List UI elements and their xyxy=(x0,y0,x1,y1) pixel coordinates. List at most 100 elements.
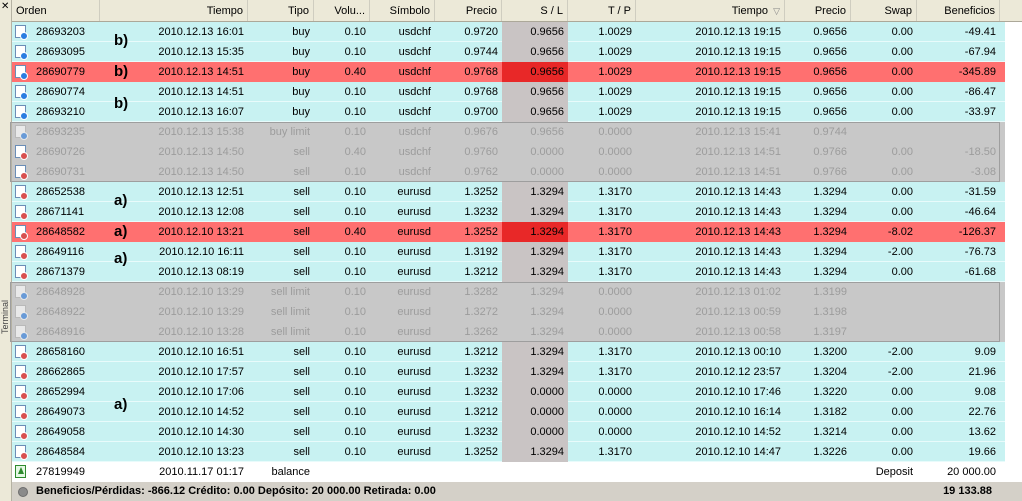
cell-tp: 1.3170 xyxy=(598,246,632,258)
cell-profit: -76.73 xyxy=(964,246,996,258)
cell-volume: 0.40 xyxy=(344,66,366,78)
cell-price: 1.3212 xyxy=(464,266,498,278)
order-buy-icon xyxy=(15,65,28,80)
table-row[interactable]: 28693210 2010.12.13 16:07 buy 0.10 usdchf 0.9… xyxy=(12,102,1022,122)
cell-price: 1.3212 xyxy=(464,406,498,418)
col-symbol-header[interactable]: Símbolo xyxy=(370,0,435,21)
vertical-scrollbar[interactable] xyxy=(1005,22,1022,482)
cell-close-time: 2010.12.10 14:47 xyxy=(695,446,781,458)
cell-swap: 0.00 xyxy=(891,66,913,78)
cell-symbol: eurusd xyxy=(397,446,431,458)
cell-order: 28658160 xyxy=(36,346,85,358)
cell-tp: 1.0029 xyxy=(598,46,632,58)
table-row[interactable]: 28662865 2010.12.10 17:57 sell 0.10 eurusd 1.… xyxy=(12,362,1022,382)
cell-sl: 0.9656 xyxy=(502,22,568,42)
col-volume-header[interactable]: Volu... xyxy=(314,0,370,21)
col-time-header[interactable]: Tiempo xyxy=(100,0,248,21)
cell-price: 1.3192 xyxy=(464,246,498,258)
cell-sl: 0.0000 xyxy=(502,382,568,402)
cell-tp: 1.3170 xyxy=(598,266,632,278)
col-close-time-header[interactable]: Tiempo ▽ xyxy=(636,0,785,21)
table-row[interactable]: 28649073 2010.12.10 14:52 sell 0.10 eurusd 1.… xyxy=(12,402,1022,422)
cell-profit: -86.47 xyxy=(964,86,996,98)
annotation-label: b) xyxy=(114,63,129,80)
cell-volume: 0.10 xyxy=(344,266,366,278)
order-sell-icon xyxy=(15,265,28,280)
table-row[interactable]: 28690779 2010.12.13 14:51 buy 0.40 usdchf 0.9… xyxy=(12,62,1022,82)
balance-row[interactable]: 27819949 2010.11.17 01:17 balance Deposit 20… xyxy=(12,462,1022,482)
table-row[interactable]: 28648584 2010.12.10 13:23 sell 0.10 eurusd 1.… xyxy=(12,442,1022,462)
cell-type: sell xyxy=(293,206,310,218)
cell-order: 28662865 xyxy=(36,366,85,378)
cell-profit: 9.09 xyxy=(974,346,996,358)
cell-profit: -126.37 xyxy=(958,226,996,238)
cell-price: 1.3232 xyxy=(464,386,498,398)
cell-tp: 1.0029 xyxy=(598,86,632,98)
cell-profit: 13.62 xyxy=(968,426,996,438)
close-icon[interactable]: ✕ xyxy=(1,2,9,12)
table-row[interactable]: 28671141 2010.12.13 12:08 sell 0.10 eurusd 1.… xyxy=(12,202,1022,222)
cell-swap: Deposit xyxy=(875,466,913,478)
cell-swap: 0.00 xyxy=(891,86,913,98)
col-order-header[interactable]: Orden xyxy=(12,0,100,21)
order-sell-icon xyxy=(15,185,28,200)
cell-close-price: 1.3220 xyxy=(813,386,847,398)
col-tp-header[interactable]: T / P xyxy=(568,0,636,21)
order-sell-icon xyxy=(15,365,28,380)
summary-status-bar: Beneficios/Pérdidas: -866.12 Crédito: 0.… xyxy=(12,482,1022,501)
cell-close-price: 1.3214 xyxy=(813,426,847,438)
table-row[interactable]: 28690774 2010.12.13 14:51 buy 0.10 usdchf 0.9… xyxy=(12,82,1022,102)
col-type-header[interactable]: Tipo xyxy=(248,0,314,21)
cell-close-price: 1.3294 xyxy=(813,206,847,218)
balance-icon xyxy=(15,465,26,478)
col-swap-header[interactable]: Swap xyxy=(851,0,917,21)
order-buy-icon xyxy=(15,25,28,40)
cell-profit: -61.68 xyxy=(964,266,996,278)
cell-profit: 20 000.00 xyxy=(947,466,996,478)
table-row[interactable]: 28693203 2010.12.13 16:01 buy 0.10 usdchf 0.9… xyxy=(12,22,1022,42)
table-row[interactable]: 28649116 2010.12.10 16:11 sell 0.10 eurusd 1.… xyxy=(12,242,1022,262)
cell-volume xyxy=(314,462,370,482)
col-price-header[interactable]: Precio xyxy=(435,0,502,21)
cell-sl: 1.3294 xyxy=(502,202,568,222)
table-row[interactable]: 28648582 2010.12.10 13:21 sell 0.40 eurusd 1.… xyxy=(12,222,1022,242)
cell-order: 28652994 xyxy=(36,386,85,398)
cell-price: 1.3252 xyxy=(464,446,498,458)
cell-tp: 1.3170 xyxy=(598,366,632,378)
cell-price: 0.9768 xyxy=(464,86,498,98)
table-row[interactable]: 28652538 2010.12.13 12:51 sell 0.10 eurusd 1.… xyxy=(12,182,1022,202)
cell-close-price xyxy=(785,462,851,482)
cell-close-price: 1.3226 xyxy=(813,446,847,458)
trade-history-table: 28693203 2010.12.13 16:01 buy 0.10 usdchf 0.9… xyxy=(12,22,1022,482)
cell-sl: 0.9656 xyxy=(502,62,568,82)
cell-type: sell xyxy=(293,446,310,458)
cell-close-time: 2010.12.10 14:52 xyxy=(695,426,781,438)
cell-sl: 1.3294 xyxy=(502,182,568,202)
cell-profit: 9.08 xyxy=(974,386,996,398)
cell-volume: 0.10 xyxy=(344,86,366,98)
table-row[interactable]: 28652994 2010.12.10 17:06 sell 0.10 eurusd 1.… xyxy=(12,382,1022,402)
cell-order: 28693210 xyxy=(36,106,85,118)
cell-sl: 0.0000 xyxy=(502,422,568,442)
col-sl-header[interactable]: S / L xyxy=(502,0,568,21)
annotation-label: a) xyxy=(114,396,128,413)
table-row[interactable]: 28693095 2010.12.13 15:35 buy 0.10 usdchf 0.9… xyxy=(12,42,1022,62)
cell-price: 0.9768 xyxy=(464,66,498,78)
cell-profit: -67.94 xyxy=(964,46,996,58)
cell-profit: -345.89 xyxy=(958,66,996,78)
table-row[interactable]: 28649058 2010.12.10 14:30 sell 0.10 eurusd 1.… xyxy=(12,422,1022,442)
cell-type: sell xyxy=(293,386,310,398)
cell-swap: 0.00 xyxy=(891,426,913,438)
cell-price: 0.9744 xyxy=(464,46,498,58)
col-profit-header[interactable]: Beneficios xyxy=(917,0,1000,21)
cell-sl: 1.3294 xyxy=(502,442,568,462)
cell-time: 2010.12.10 14:30 xyxy=(158,426,244,438)
table-row[interactable]: 28671379 2010.12.13 08:19 sell 0.10 eurusd 1.… xyxy=(12,262,1022,282)
cell-close-time: 2010.12.13 14:43 xyxy=(695,246,781,258)
table-row[interactable]: 28658160 2010.12.10 16:51 sell 0.10 eurusd 1.… xyxy=(12,342,1022,362)
col-close-price-header[interactable]: Precio xyxy=(785,0,851,21)
cell-price: 0.9700 xyxy=(464,106,498,118)
cell-price: 0.9720 xyxy=(464,26,498,38)
cell-tp: 1.3170 xyxy=(598,206,632,218)
cell-volume: 0.10 xyxy=(344,26,366,38)
